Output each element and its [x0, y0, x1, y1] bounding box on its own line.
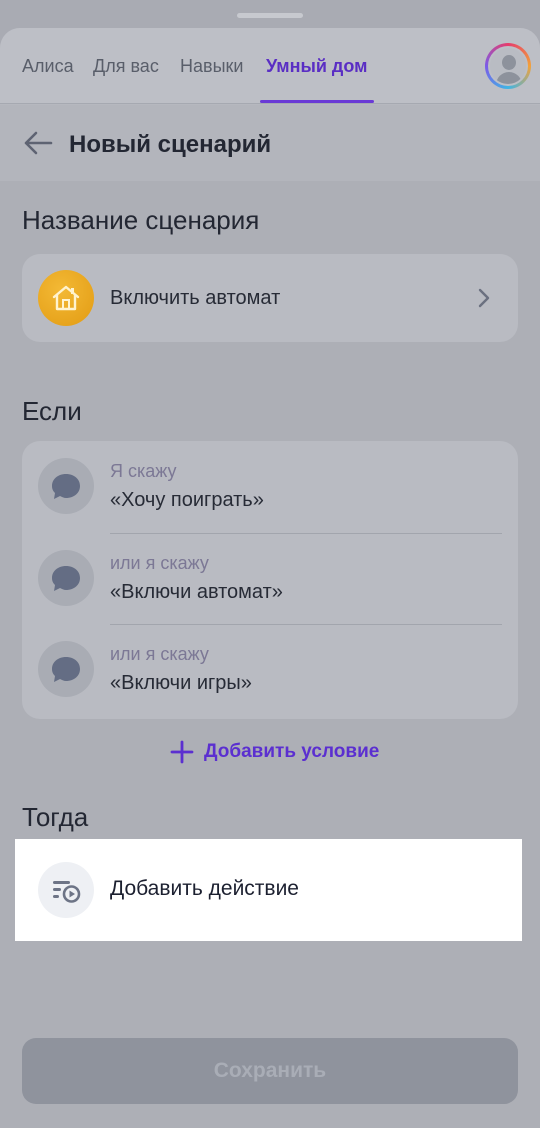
condition-phrase: «Хочу поиграть»	[110, 489, 264, 511]
tab-bar: Алиса Для вас Навыки Умный дом	[0, 28, 540, 104]
tab-for-you[interactable]: Для вас	[93, 56, 159, 77]
save-button-label: Сохранить	[213, 1059, 327, 1082]
condition-item[interactable]: или я скажу «Включи автомат»	[22, 533, 518, 623]
arrow-left-icon	[24, 131, 53, 155]
back-button[interactable]	[22, 129, 54, 157]
tab-skills[interactable]: Навыки	[180, 56, 243, 77]
tab-alisa[interactable]: Алиса	[22, 56, 74, 77]
plus-icon	[170, 740, 194, 764]
section-title-then: Тогда	[22, 802, 89, 832]
condition-phrase: «Включи автомат»	[110, 581, 283, 603]
sheet-grab-handle[interactable]	[237, 13, 303, 18]
save-button[interactable]: Сохранить	[22, 1038, 518, 1104]
speech-bubble-icon	[38, 641, 94, 697]
chevron-right-icon	[478, 288, 490, 308]
scenario-name-value: Включить автомат	[110, 287, 281, 309]
conditions-card: Я скажу «Хочу поиграть» или я скажу «Вкл…	[22, 441, 518, 719]
bottom-sheet: Алиса Для вас Навыки Умный дом Новый сце…	[0, 28, 540, 1128]
section-title-name: Название сценария	[22, 205, 260, 235]
tab-smart-home[interactable]: Умный дом	[266, 56, 367, 77]
home-icon	[38, 270, 94, 326]
speech-bubble-icon	[38, 550, 94, 606]
highlighted-action-area: Добавить действие	[15, 839, 522, 941]
condition-item[interactable]: Я скажу «Хочу поиграть»	[22, 441, 518, 531]
condition-phrase: «Включи игры»	[110, 672, 252, 694]
section-title-if: Если	[22, 396, 82, 426]
avatar[interactable]	[485, 43, 531, 89]
scenario-form: Название сценария Включить автомат Если	[0, 181, 540, 1128]
add-action-label: Добавить действие	[110, 877, 299, 900]
speech-bubble-icon	[38, 458, 94, 514]
scenario-name-card[interactable]: Включить автомат	[22, 254, 518, 342]
user-avatar-icon	[488, 46, 528, 86]
active-tab-indicator	[260, 100, 374, 103]
add-condition-label: Добавить условие	[204, 741, 380, 762]
action-list-play-icon	[38, 862, 94, 918]
condition-item[interactable]: или я скажу «Включи игры»	[22, 624, 518, 714]
condition-label: или я скажу	[110, 553, 209, 573]
condition-label: или я скажу	[110, 644, 209, 664]
page-title: Новый сценарий	[69, 131, 272, 158]
add-action-button[interactable]: Добавить действие	[22, 846, 518, 934]
condition-label: Я скажу	[110, 461, 177, 481]
page-header: Новый сценарий	[0, 105, 540, 181]
